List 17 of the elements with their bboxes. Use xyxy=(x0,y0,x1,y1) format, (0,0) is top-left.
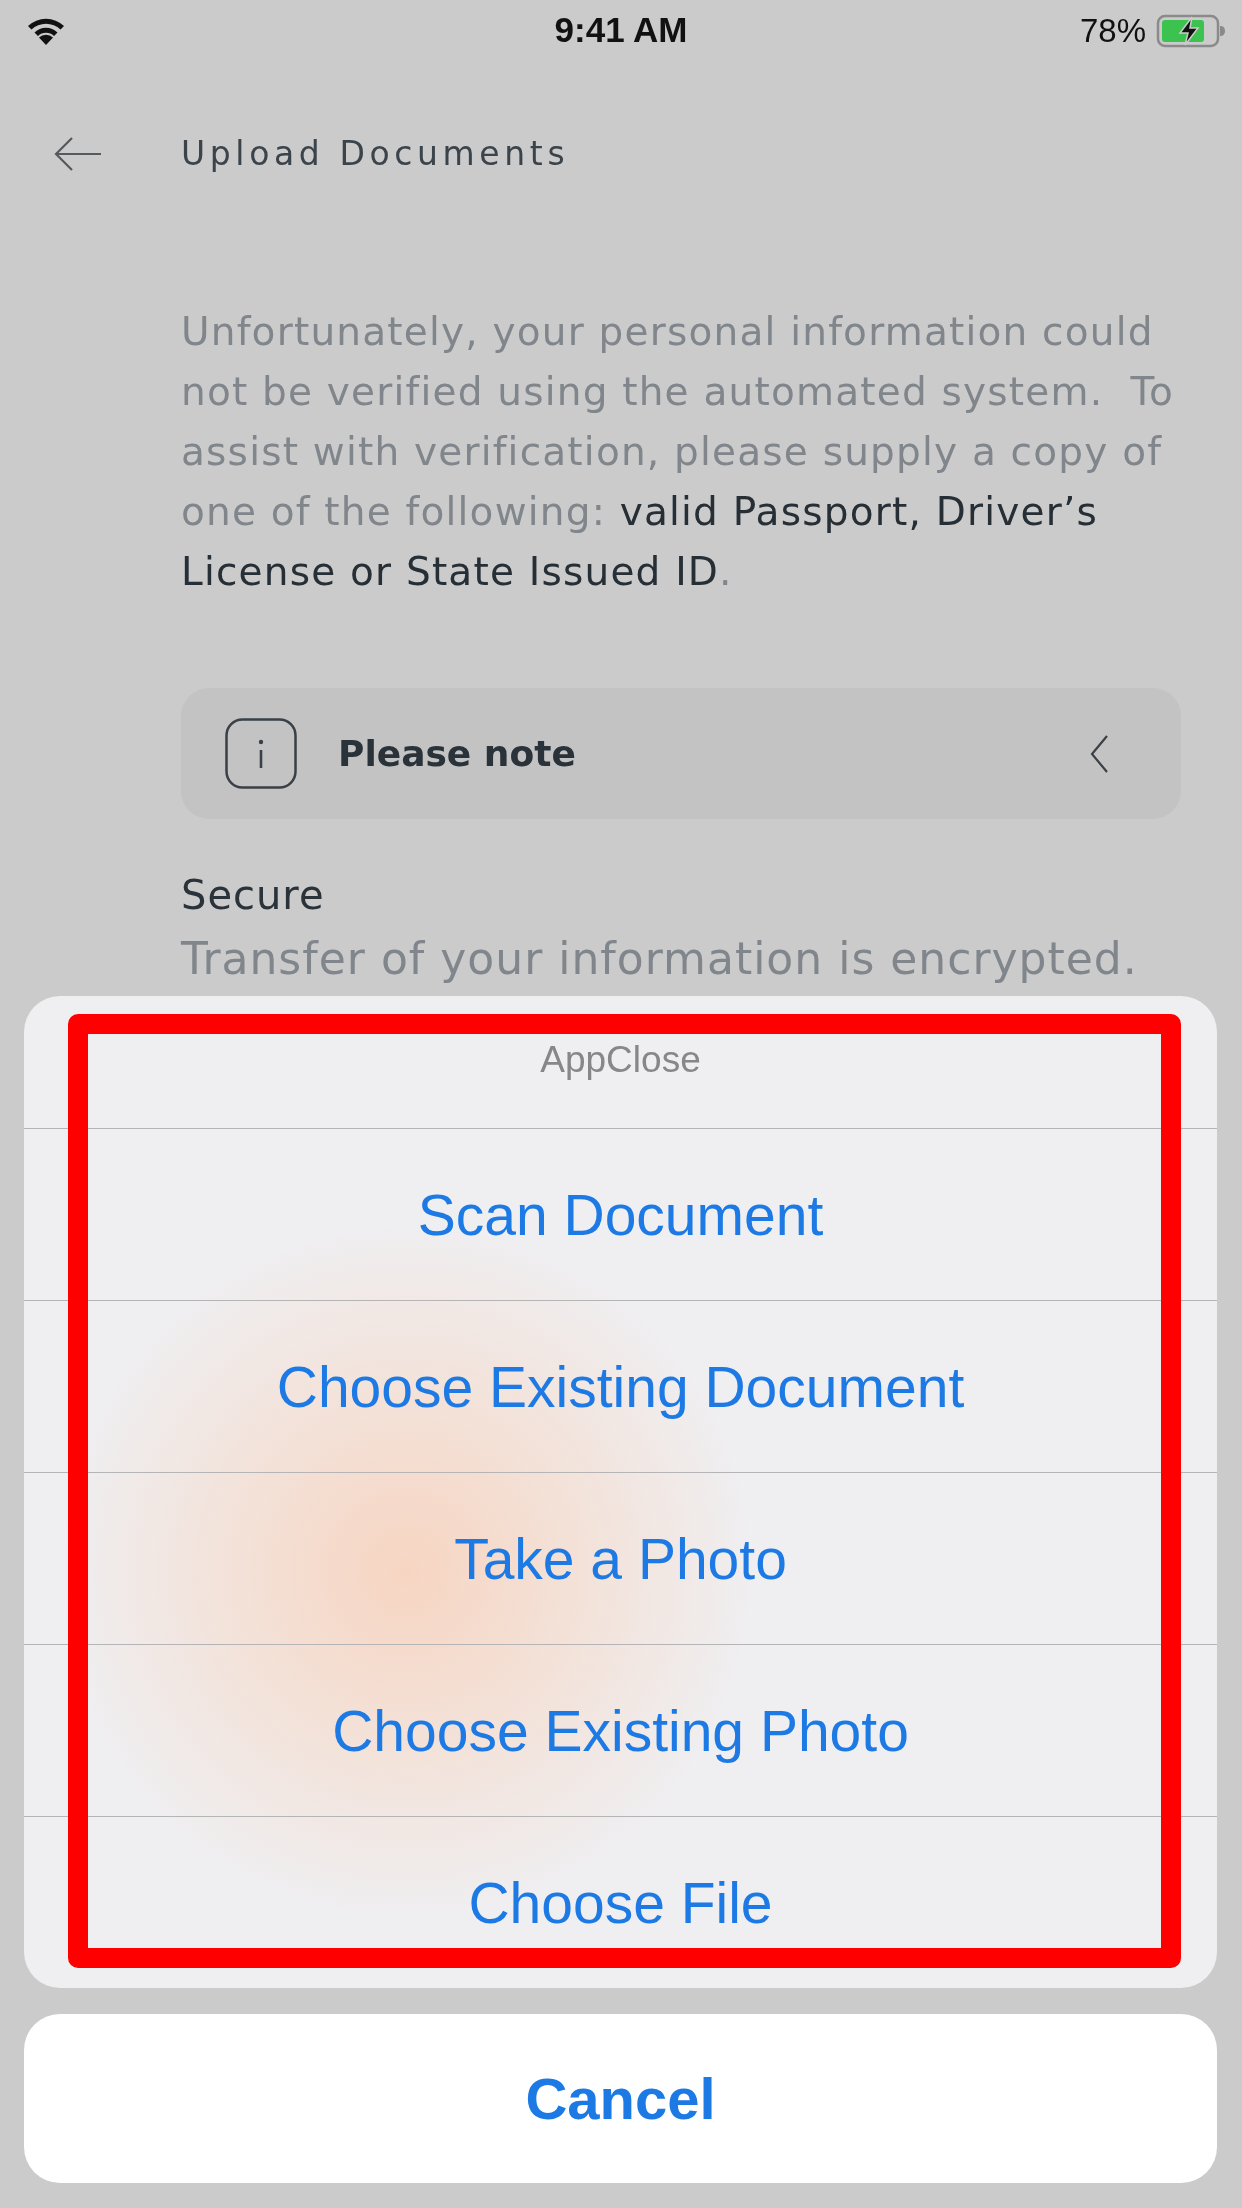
cancel-button[interactable]: Cancel xyxy=(24,2014,1217,2183)
battery-percentage: 78% xyxy=(1079,11,1146,51)
please-note-card[interactable]: Please note xyxy=(181,688,1181,819)
info-icon xyxy=(225,718,297,789)
sheet-title: AppClose xyxy=(540,1038,701,1082)
page-title: Upload Documents xyxy=(181,133,570,175)
sheet-option[interactable]: Take a Photo xyxy=(24,1472,1217,1644)
arrow-left-icon xyxy=(53,136,103,172)
intro-paragraph: Unfortunately, your personal information could not be verified using the automated system. To assist with verification, please supply a copy of one of the following: valid Passport, Driver’s License or State Issued ID. xyxy=(181,308,1175,596)
note-title: Please note xyxy=(338,731,576,776)
sheet-option[interactable]: Choose Existing Photo xyxy=(24,1644,1217,1816)
secure-title: Secure xyxy=(181,871,326,920)
secure-description: Transfer of your information is encrypted. xyxy=(181,932,1139,986)
status-time: 9:41 AM xyxy=(554,10,688,50)
sheet-option[interactable]: Choose File xyxy=(24,1816,1217,1988)
sheet-option[interactable]: Scan Document xyxy=(24,1128,1217,1300)
sheet-option[interactable]: Choose Existing Document xyxy=(24,1300,1217,1472)
